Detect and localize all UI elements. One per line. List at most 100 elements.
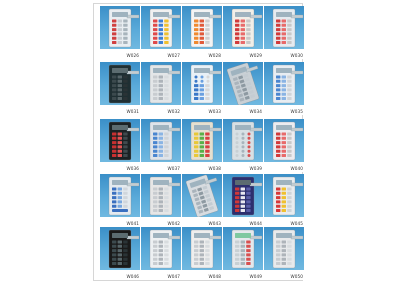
product-code-label: W038 [208,166,221,171]
membrane-keypad-graphic [108,176,140,216]
membrane-keypad-graphic [272,176,304,216]
product-code-label: W033 [208,109,221,114]
membrane-keypad-graphic [190,64,222,104]
product-code-label: W027 [167,53,180,58]
keypad-product-card[interactable]: W045 [264,174,304,227]
caption-bar: W036 [100,162,140,172]
keypad-product-card[interactable]: W033 [182,62,222,115]
caption-bar: W047 [141,270,181,280]
membrane-keypad-graphic [231,229,263,269]
product-code-label: W047 [167,274,180,279]
caption-bar: W034 [223,105,263,115]
product-code-label: W032 [167,109,180,114]
membrane-keypad-graphic [272,8,304,48]
product-code-label: W031 [126,109,139,114]
membrane-keypad-graphic [272,229,304,269]
membrane-keypad-graphic [226,62,260,106]
membrane-keypad-graphic [190,229,222,269]
membrane-keypad-graphic [272,121,304,161]
keypad-product-card[interactable]: W041 [100,174,140,227]
caption-bar: W035 [264,105,304,115]
caption-bar: W033 [182,105,222,115]
caption-bar: W027 [141,49,181,59]
caption-bar: W030 [264,49,304,59]
product-code-label: W046 [126,274,139,279]
membrane-keypad-graphic [149,229,181,269]
keypad-product-card[interactable]: W049 [223,227,263,280]
product-code-label: W049 [249,274,262,279]
caption-bar: W037 [141,162,181,172]
keypad-product-card[interactable]: W044 [223,174,263,227]
product-code-label: W039 [249,166,262,171]
caption-bar: W046 [100,270,140,280]
membrane-keypad-graphic [272,64,304,104]
membrane-keypad-graphic [190,121,222,161]
product-code-label: W035 [290,109,303,114]
product-code-label: W050 [290,274,303,279]
product-code-label: W029 [249,53,262,58]
keypad-product-card[interactable]: W037 [141,119,181,172]
keypad-product-card[interactable]: W036 [100,119,140,172]
membrane-keypad-graphic [190,8,222,48]
caption-bar: W029 [223,49,263,59]
membrane-keypad-graphic [149,121,181,161]
keypad-product-card[interactable]: W035 [264,62,304,115]
keypad-product-card[interactable]: W031 [100,62,140,115]
keypad-product-card[interactable]: W050 [264,227,304,280]
product-code-label: W040 [290,166,303,171]
product-code-label: W037 [167,166,180,171]
product-code-label: W028 [208,53,221,58]
keypad-product-card[interactable]: W028 [182,6,222,59]
keypad-product-card[interactable]: W046 [100,227,140,280]
membrane-keypad-graphic [149,64,181,104]
product-code-label: W048 [208,274,221,279]
product-code-label: W042 [167,221,180,226]
keypad-product-card[interactable]: W026 [100,6,140,59]
product-code-label: W044 [249,221,262,226]
caption-bar: W045 [264,217,304,227]
caption-bar: W031 [100,105,140,115]
keypad-product-card[interactable]: W032 [141,62,181,115]
keypad-product-card[interactable]: W034 [223,62,263,115]
membrane-keypad-graphic [108,64,140,104]
keypad-product-card[interactable]: W048 [182,227,222,280]
membrane-keypad-graphic [108,8,140,48]
keypad-product-card[interactable]: W029 [223,6,263,59]
keypad-product-card[interactable]: W040 [264,119,304,172]
product-code-label: W045 [290,221,303,226]
caption-bar: W038 [182,162,222,172]
caption-bar: W041 [100,217,140,227]
keypad-product-card[interactable]: W027 [141,6,181,59]
membrane-keypad-graphic [108,121,140,161]
product-gallery: W026 W027 W028 W029 W030 W031 W032 W033 W034 W035… [100,6,306,280]
caption-bar: W049 [223,270,263,280]
caption-bar: W040 [264,162,304,172]
membrane-keypad-graphic [185,174,219,218]
caption-bar: W028 [182,49,222,59]
keypad-product-card[interactable]: W038 [182,119,222,172]
caption-bar: W044 [223,217,263,227]
keypad-product-card[interactable]: W042 [141,174,181,227]
membrane-keypad-graphic [149,8,181,48]
caption-bar: W032 [141,105,181,115]
caption-bar: W039 [223,162,263,172]
membrane-keypad-graphic [231,8,263,48]
caption-bar: W048 [182,270,222,280]
membrane-keypad-graphic [149,176,181,216]
product-code-label: W034 [249,109,262,114]
product-code-label: W026 [126,53,139,58]
keypad-product-card[interactable]: W039 [223,119,263,172]
product-code-label: W043 [208,221,221,226]
caption-bar: W042 [141,217,181,227]
membrane-keypad-graphic [108,229,140,269]
caption-bar: W050 [264,270,304,280]
membrane-keypad-graphic [231,176,263,216]
caption-bar: W026 [100,49,140,59]
product-code-label: W030 [290,53,303,58]
product-code-label: W036 [126,166,139,171]
product-code-label: W041 [126,221,139,226]
keypad-product-card[interactable]: W030 [264,6,304,59]
keypad-product-card[interactable]: W047 [141,227,181,280]
keypad-product-card[interactable]: W043 [182,174,222,227]
membrane-keypad-graphic [231,121,263,161]
